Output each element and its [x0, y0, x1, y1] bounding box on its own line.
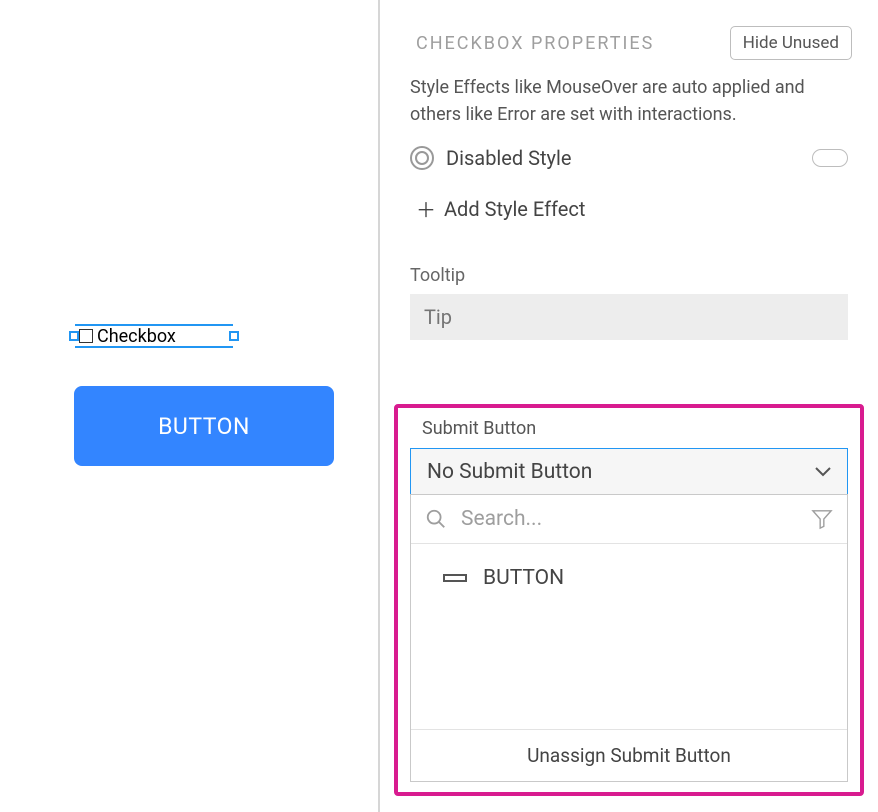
search-icon: [425, 508, 447, 530]
resize-handle-right[interactable]: [229, 331, 239, 341]
chevron-down-icon: [815, 467, 831, 477]
checkbox-box-icon: [79, 329, 93, 343]
disabled-style-row: Disabled Style: [380, 128, 878, 176]
selection-border-bottom: [75, 346, 233, 348]
selection-border-top: [75, 324, 233, 326]
resize-handle-left[interactable]: [69, 331, 79, 341]
button-widget-type-icon: [443, 574, 467, 582]
checkbox-widget[interactable]: Checkbox: [74, 323, 234, 349]
canvas-area: Checkbox BUTTON: [0, 0, 378, 812]
add-style-effect-button[interactable]: ＋ Add Style Effect: [380, 176, 878, 253]
dropdown-item-label: BUTTON: [483, 566, 564, 590]
panel-description: Style Effects like MouseOver are auto ap…: [380, 74, 878, 128]
dropdown-search-row: [411, 495, 847, 544]
submit-button-dropdown: BUTTON Unassign Submit Button: [410, 494, 848, 782]
filter-icon[interactable]: [811, 508, 833, 530]
panel-header: CHECKBOX PROPERTIES Hide Unused: [380, 0, 878, 74]
add-style-effect-label: Add Style Effect: [444, 197, 585, 221]
target-icon: [410, 146, 434, 170]
properties-panel: CHECKBOX PROPERTIES Hide Unused Style Ef…: [378, 0, 878, 812]
hide-unused-button[interactable]: Hide Unused: [730, 26, 852, 60]
button-widget[interactable]: BUTTON: [74, 386, 334, 466]
checkbox-label: Checkbox: [97, 326, 176, 347]
submit-button-select[interactable]: No Submit Button: [410, 448, 848, 496]
tooltip-input[interactable]: [410, 294, 848, 340]
tooltip-label: Tooltip: [410, 265, 848, 286]
panel-title: CHECKBOX PROPERTIES: [416, 33, 654, 54]
button-widget-label: BUTTON: [158, 413, 250, 440]
submit-button-section: Submit Button No Submit Button BUTTON Un…: [394, 404, 864, 796]
tooltip-section: Tooltip: [380, 253, 878, 340]
submit-button-selected-value: No Submit Button: [427, 460, 592, 484]
unassign-submit-button[interactable]: Unassign Submit Button: [411, 729, 847, 781]
dropdown-search-input[interactable]: [461, 507, 797, 531]
dropdown-item-button[interactable]: BUTTON: [425, 560, 833, 596]
submit-button-label: Submit Button: [422, 418, 536, 439]
plus-icon: ＋: [416, 194, 436, 223]
dropdown-list: BUTTON: [411, 544, 847, 729]
disabled-style-label: Disabled Style: [446, 146, 571, 170]
disabled-style-toggle[interactable]: [812, 149, 848, 167]
